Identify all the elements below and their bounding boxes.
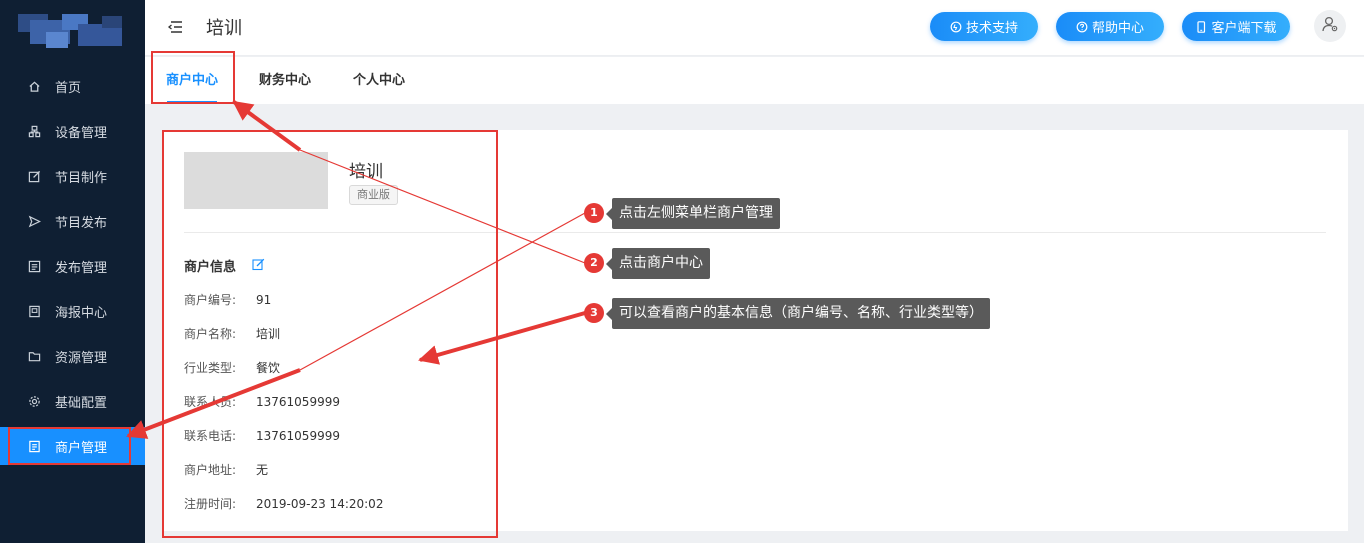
sidebar-item-home[interactable]: 首页 xyxy=(0,67,145,105)
sidebar-item-publish-management[interactable]: 发布管理 xyxy=(0,247,145,285)
poster-icon xyxy=(27,304,41,318)
send-icon xyxy=(27,214,41,228)
sidebar-item-poster-center[interactable]: 海报中心 xyxy=(0,292,145,330)
callout-step-3: 可以查看商户的基本信息（商户编号、名称、行业类型等） xyxy=(606,298,990,329)
client-download-label: 客户端下载 xyxy=(1211,21,1277,36)
user-gear-icon xyxy=(1321,15,1339,37)
support-icon xyxy=(950,21,962,33)
callout-step-2: 点击商户中心 xyxy=(606,248,710,279)
sidebar-item-label: 发布管理 xyxy=(55,260,108,276)
sidebar-item-label: 节目制作 xyxy=(55,170,108,186)
tech-support-label: 技术支持 xyxy=(965,21,1018,36)
highlight-box-merchant-info xyxy=(162,130,498,538)
top-header: 培训 技术支持 帮助中心 客户端下载 xyxy=(145,0,1364,56)
tab-bar: 商户中心 财务中心 个人中心 xyxy=(145,57,1364,104)
phone-icon xyxy=(1195,20,1207,33)
page-title: 培训 xyxy=(206,18,242,39)
step-marker-1: 1 xyxy=(584,203,604,223)
home-icon xyxy=(27,79,41,93)
sidebar-item-label: 节目发布 xyxy=(55,215,108,231)
callout-step-1: 点击左侧菜单栏商户管理 xyxy=(606,198,780,229)
highlight-box-merchant-tab xyxy=(151,51,235,104)
user-settings-avatar[interactable] xyxy=(1314,10,1346,42)
sidebar-item-resource-management[interactable]: 资源管理 xyxy=(0,337,145,375)
sidebar-item-program-publish[interactable]: 节目发布 xyxy=(0,202,145,240)
help-icon xyxy=(1076,21,1088,33)
list-icon xyxy=(27,259,41,273)
highlight-box-merchant-menu xyxy=(8,427,131,465)
logo xyxy=(18,14,122,48)
sidebar-item-label: 基础配置 xyxy=(55,395,108,411)
client-download-button[interactable]: 客户端下载 xyxy=(1182,12,1290,41)
tab-personal-center[interactable]: 个人中心 xyxy=(353,57,405,104)
sidebar-item-program-production[interactable]: 节目制作 xyxy=(0,157,145,195)
tech-support-button[interactable]: 技术支持 xyxy=(930,12,1038,41)
folder-icon xyxy=(27,349,41,363)
step-marker-3: 3 xyxy=(584,303,604,323)
step-marker-2: 2 xyxy=(584,253,604,273)
edit-icon xyxy=(27,169,41,183)
sidebar-item-label: 资源管理 xyxy=(55,350,108,366)
gear-icon xyxy=(27,394,41,408)
sidebar-item-basic-config[interactable]: 基础配置 xyxy=(0,382,145,420)
sidebar-item-label: 首页 xyxy=(55,80,82,96)
help-center-label: 帮助中心 xyxy=(1091,21,1144,36)
sidebar-item-label: 设备管理 xyxy=(55,125,108,141)
help-center-button[interactable]: 帮助中心 xyxy=(1056,12,1164,41)
sidebar-item-label: 海报中心 xyxy=(55,305,108,321)
sidebar-item-device-management[interactable]: 设备管理 xyxy=(0,112,145,150)
tab-finance-center[interactable]: 财务中心 xyxy=(259,57,311,104)
menu-fold-icon[interactable] xyxy=(167,20,183,34)
device-icon xyxy=(27,124,41,138)
